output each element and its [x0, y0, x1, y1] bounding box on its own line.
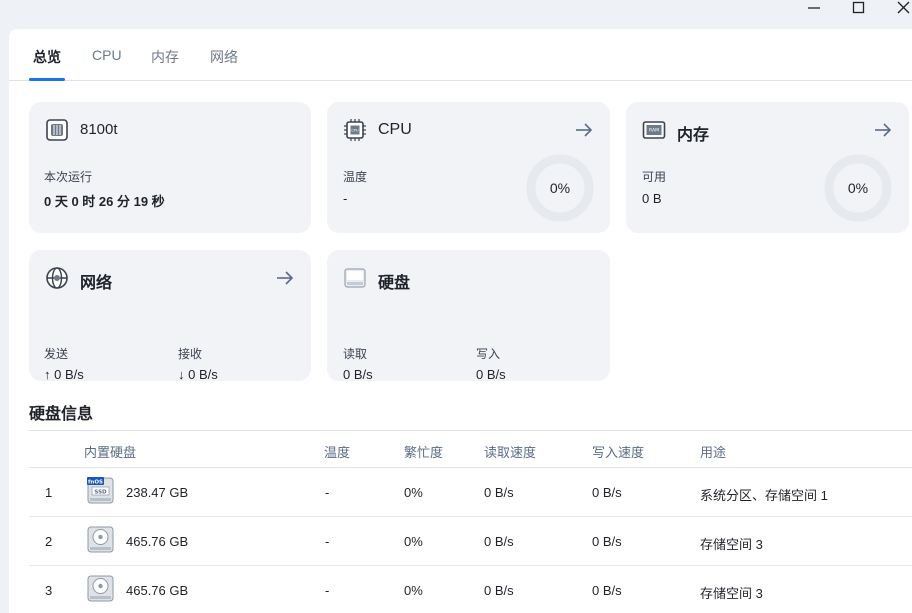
- network-send-value: ↑ 0 B/s: [44, 367, 84, 382]
- col-read-speed[interactable]: 读取速度: [484, 442, 536, 461]
- disk-write: 0 B/s: [592, 485, 622, 500]
- row-index: 3: [45, 583, 53, 598]
- arrow-right-icon[interactable]: [574, 120, 594, 140]
- memory-usage-text: 0%: [847, 180, 869, 196]
- disk-busy: 0%: [404, 485, 423, 500]
- close-button[interactable]: [884, 0, 912, 16]
- disk-temp: -: [325, 583, 330, 598]
- server-icon: [46, 119, 68, 141]
- disk-table-header: 内置硬盘 温度 繁忙度 读取速度 写入速度 用途: [29, 430, 912, 468]
- memory-card-title: 内存: [677, 127, 710, 144]
- disk-card-title: 硬盘: [378, 275, 411, 292]
- hdd-icon: [87, 575, 114, 602]
- disk-read: 0 B/s: [484, 583, 514, 598]
- network-card-title: 网络: [80, 275, 113, 292]
- disk-write: 0 B/s: [592, 534, 622, 549]
- disk-write-label: 写入: [476, 347, 501, 361]
- col-write-speed[interactable]: 写入速度: [592, 442, 644, 461]
- network-card[interactable]: 网络 发送 ↑ 0 B/s 接收 ↓ 0 B/s: [29, 250, 311, 382]
- disk-write-value: 0 B/s: [476, 367, 506, 382]
- disk-temp: -: [325, 534, 330, 549]
- svg-text:CPU: CPU: [351, 128, 359, 132]
- ssd-badge: fnOS: [88, 479, 103, 485]
- disk-read: 0 B/s: [484, 534, 514, 549]
- device-name: 8100t: [80, 121, 118, 138]
- tab-bar: 总览 CPU 内存 网络: [9, 29, 912, 81]
- cpu-card[interactable]: CPU CPU 温度 - 0%: [327, 102, 610, 233]
- disk-capacity: 465.76 GB: [126, 583, 189, 598]
- disk-busy: 0%: [404, 534, 423, 549]
- col-busy[interactable]: 繁忙度: [404, 442, 443, 461]
- maximize-button[interactable]: [839, 0, 879, 16]
- disk-read-label: 读取: [343, 347, 368, 361]
- col-usage[interactable]: 用途: [700, 442, 726, 461]
- title-bar: [0, 0, 912, 28]
- disk-capacity: 465.76 GB: [126, 534, 189, 549]
- disk-capacity: 238.47 GB: [126, 485, 189, 500]
- arrow-right-icon[interactable]: [275, 268, 295, 288]
- cpu-temp-label: 温度: [343, 170, 368, 184]
- network-send-label: 发送: [44, 347, 69, 361]
- table-row[interactable]: 1 fnOS SSD 238.47 GB - 0% 0 B/s 0 B/s 系统…: [29, 468, 912, 517]
- row-index: 1: [45, 485, 53, 500]
- cpu-card-title: CPU: [378, 121, 412, 138]
- network-recv-value: ↓ 0 B/s: [178, 367, 218, 382]
- maximize-icon: [852, 1, 865, 14]
- ssd-badge-sub: SSD: [94, 489, 107, 495]
- device-card: 8100t 本次运行 0 天 0 时 26 分 19 秒: [29, 102, 311, 233]
- disk-read-value: 0 B/s: [343, 367, 373, 382]
- disk-usage: 存储空间 3: [700, 537, 763, 552]
- memory-available-label: 可用: [642, 170, 667, 184]
- ram-icon: RAM: [642, 121, 666, 139]
- disk-read: 0 B/s: [484, 485, 514, 500]
- globe-network-icon: [46, 267, 68, 289]
- disk-drive-icon: [344, 268, 366, 288]
- disk-temp: -: [325, 485, 330, 500]
- svg-text:RAM: RAM: [649, 128, 659, 134]
- ssd-icon: fnOS SSD: [87, 477, 114, 504]
- cpu-chip-icon: CPU: [344, 119, 366, 141]
- close-icon: [897, 1, 910, 14]
- hdd-icon: [87, 526, 114, 553]
- disk-card[interactable]: 硬盘 读取 0 B/s 写入 0 B/s: [327, 250, 610, 382]
- minimize-button[interactable]: [794, 0, 834, 16]
- memory-card[interactable]: RAM 内存 可用 0 B 0%: [626, 102, 909, 233]
- uptime-value: 0 天 0 时 26 分 19 秒: [44, 194, 165, 209]
- tab-active-indicator: [29, 78, 65, 81]
- tab-network[interactable]: 网络: [210, 47, 238, 81]
- tab-cpu[interactable]: CPU: [92, 47, 122, 81]
- row-index: 2: [45, 534, 53, 549]
- col-builtin-disk[interactable]: 内置硬盘: [84, 442, 136, 461]
- tab-memory[interactable]: 内存: [151, 47, 179, 81]
- arrow-right-icon[interactable]: [873, 120, 893, 140]
- disk-usage: 系统分区、存储空间 1: [700, 488, 828, 503]
- col-temperature[interactable]: 温度: [324, 442, 350, 461]
- uptime-label: 本次运行: [44, 170, 93, 184]
- disk-write: 0 B/s: [592, 583, 622, 598]
- disk-info-title: 硬盘信息: [29, 406, 94, 423]
- table-row[interactable]: 2 465.76 GB - 0% 0 B/s 0 B/s 存储空间 3: [29, 517, 912, 566]
- disk-busy: 0%: [404, 583, 423, 598]
- memory-available-value: 0 B: [642, 191, 662, 206]
- tab-overview[interactable]: 总览: [33, 47, 61, 81]
- main-panel: 总览 CPU 内存 网络 8100t 本次运行 0 天 0 时 26 分 19 …: [9, 29, 912, 613]
- cpu-usage-text: 0%: [549, 180, 571, 196]
- disk-usage: 存储空间 3: [700, 586, 763, 601]
- network-recv-label: 接收: [178, 347, 203, 361]
- cpu-temp-value: -: [343, 191, 348, 206]
- table-row[interactable]: 3 465.76 GB - 0% 0 B/s 0 B/s 存储空间 3: [29, 566, 912, 613]
- minimize-icon: [808, 7, 820, 9]
